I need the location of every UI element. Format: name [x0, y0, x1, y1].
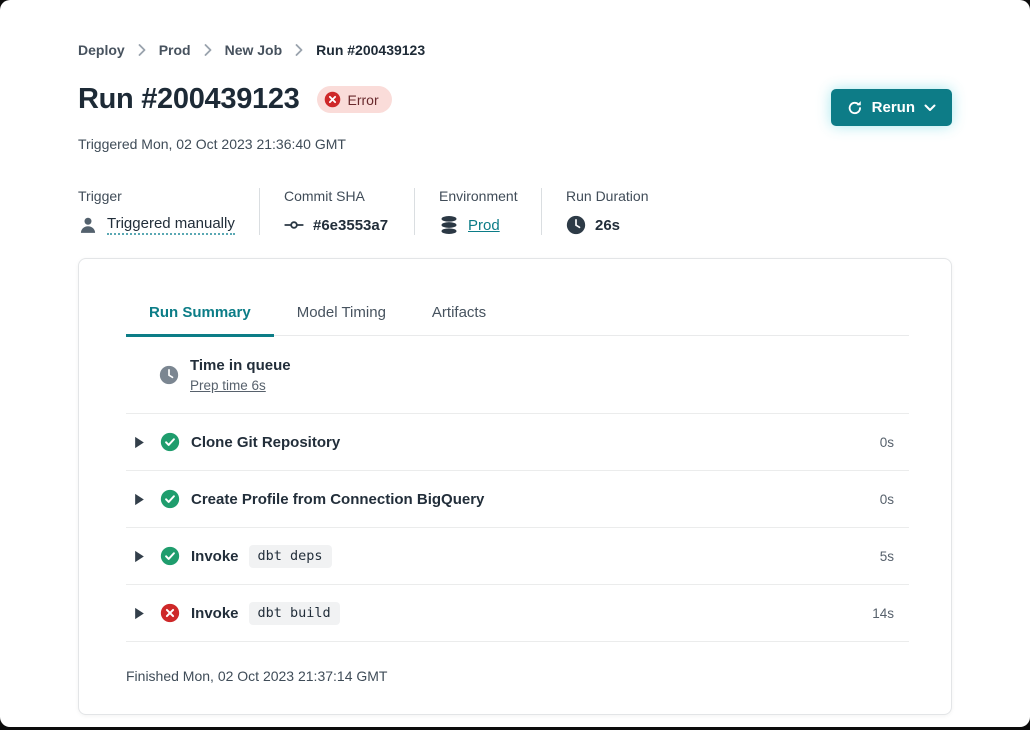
meta-divider	[414, 188, 415, 235]
breadcrumb: Deploy Prod New Job Run #200439123	[78, 42, 952, 58]
triggered-timestamp: Triggered Mon, 02 Oct 2023 21:36:40 GMT	[78, 136, 952, 152]
caret-right-icon[interactable]	[134, 607, 145, 620]
queue-row: Time in queue Prep time 6s	[126, 336, 909, 414]
error-circle-icon	[160, 603, 180, 623]
finished-timestamp: Finished Mon, 02 Oct 2023 21:37:14 GMT	[126, 642, 909, 714]
step-title: Create Profile from Connection BigQuery	[191, 491, 484, 508]
step-title: Invoke	[191, 605, 239, 622]
meta-divider	[259, 188, 260, 235]
rerun-button-label: Rerun	[872, 99, 915, 116]
duration-value: 26s	[595, 217, 620, 234]
page-header: Run #200439123 Error Rerun	[78, 83, 952, 126]
page-title: Run #200439123	[78, 83, 300, 116]
step-duration: 5s	[880, 549, 894, 564]
status-badge: Error	[317, 86, 392, 113]
error-circle-icon	[324, 91, 341, 108]
breadcrumb-deploy[interactable]: Deploy	[78, 42, 125, 58]
command-chip: dbt build	[249, 602, 340, 625]
caret-right-icon[interactable]	[134, 550, 145, 563]
success-check-icon	[160, 489, 180, 509]
chevron-right-icon	[204, 44, 212, 56]
user-icon	[78, 215, 98, 235]
step-duration: 14s	[872, 606, 894, 621]
run-summary-card: Run Summary Model Timing Artifacts Time …	[78, 258, 952, 715]
step-title: Clone Git Repository	[191, 434, 340, 451]
meta-duration-label: Run Duration	[566, 188, 649, 204]
chevron-right-icon	[138, 44, 146, 56]
queue-title: Time in queue	[190, 357, 291, 374]
meta-trigger-label: Trigger	[78, 188, 235, 204]
chevron-right-icon	[295, 44, 303, 56]
success-check-icon	[160, 432, 180, 452]
breadcrumb-new-job[interactable]: New Job	[225, 42, 283, 58]
step-duration: 0s	[880, 492, 894, 507]
commit-sha-value: #6e3553a7	[313, 217, 388, 234]
git-commit-icon	[284, 215, 304, 235]
caret-right-icon[interactable]	[134, 493, 145, 506]
trigger-value-link[interactable]: Triggered manually	[107, 215, 235, 235]
tab-bar: Run Summary Model Timing Artifacts	[126, 259, 909, 336]
step-row-dbt-build: Invoke dbt build 14s	[126, 585, 909, 642]
caret-right-icon[interactable]	[134, 436, 145, 449]
run-metadata: Trigger Triggered manually Commit SHA #6…	[78, 188, 952, 235]
command-chip: dbt deps	[249, 545, 332, 568]
meta-commit-sha: Commit SHA #6e3553a7	[284, 188, 390, 235]
clock-icon	[566, 215, 586, 235]
environment-link[interactable]: Prod	[468, 217, 500, 234]
step-row-clone-git: Clone Git Repository 0s	[126, 414, 909, 471]
app-window: Deploy Prod New Job Run #200439123 Run #…	[0, 0, 1030, 727]
rerun-button[interactable]: Rerun	[831, 89, 952, 126]
meta-divider	[541, 188, 542, 235]
step-duration: 0s	[880, 435, 894, 450]
database-icon	[439, 215, 459, 235]
prep-time-link[interactable]: Prep time 6s	[190, 378, 291, 393]
clock-icon	[159, 365, 179, 385]
step-row-create-profile: Create Profile from Connection BigQuery …	[126, 471, 909, 528]
tab-model-timing[interactable]: Model Timing	[274, 304, 409, 337]
chevron-down-icon	[924, 104, 936, 112]
breadcrumb-prod[interactable]: Prod	[159, 42, 191, 58]
refresh-icon	[847, 100, 863, 116]
meta-commit-label: Commit SHA	[284, 188, 390, 204]
step-row-dbt-deps: Invoke dbt deps 5s	[126, 528, 909, 585]
tab-run-summary[interactable]: Run Summary	[126, 304, 274, 337]
meta-run-duration: Run Duration 26s	[566, 188, 649, 235]
status-badge-label: Error	[348, 92, 379, 108]
meta-environment-label: Environment	[439, 188, 517, 204]
meta-environment: Environment Prod	[439, 188, 517, 235]
tab-artifacts[interactable]: Artifacts	[409, 304, 509, 337]
step-title: Invoke	[191, 548, 239, 565]
breadcrumb-current-run: Run #200439123	[316, 42, 425, 58]
meta-trigger: Trigger Triggered manually	[78, 188, 235, 235]
success-check-icon	[160, 546, 180, 566]
